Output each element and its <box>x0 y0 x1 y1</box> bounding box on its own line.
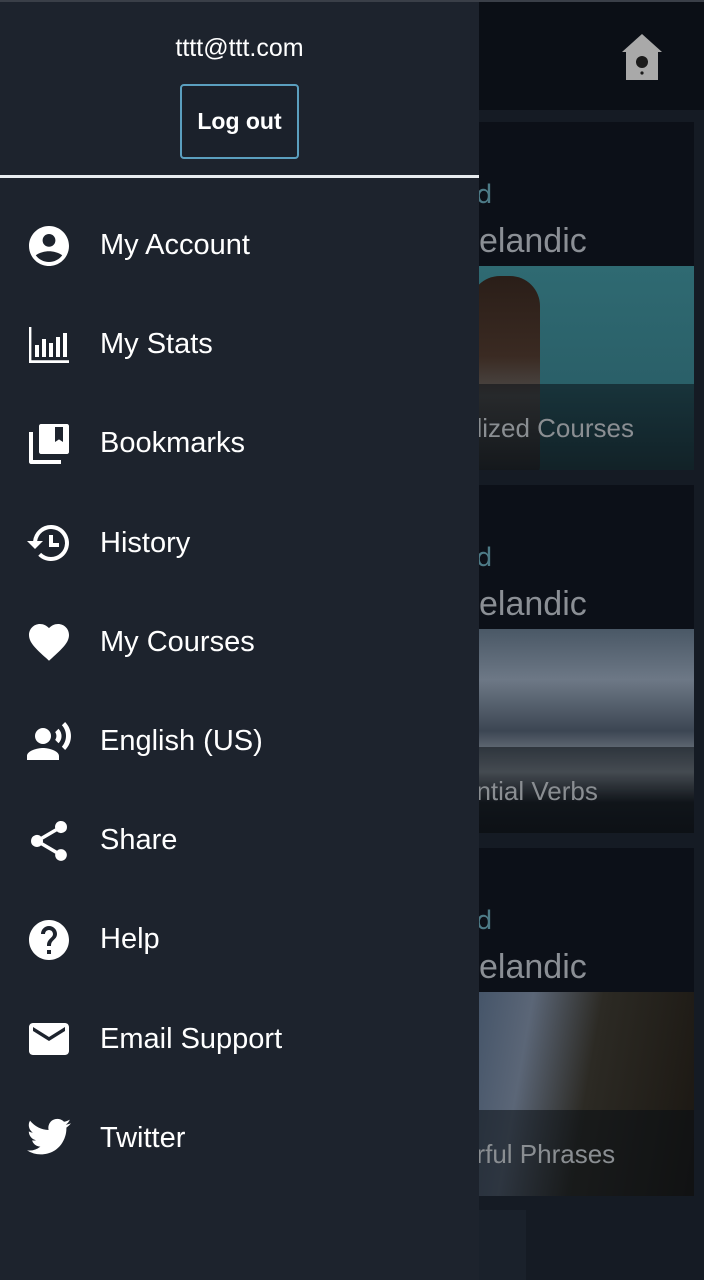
course-title: celandic <box>462 948 587 986</box>
help-circle-icon <box>24 915 74 965</box>
course-subtitle: alized Courses <box>462 413 634 443</box>
menu-item-share[interactable]: Share <box>0 791 479 890</box>
account-circle-icon <box>24 221 74 271</box>
course-card[interactable]: d celandic erful Phrases <box>450 848 694 1196</box>
menu-item-help[interactable]: Help <box>0 890 479 989</box>
home-button[interactable] <box>618 32 666 84</box>
user-email: tttt@ttt.com <box>175 34 304 62</box>
menu-item-label: History <box>100 526 191 559</box>
drawer-menu: My Account My Stats Bookmarks History My <box>0 196 479 1188</box>
navigation-drawer: tttt@ttt.com Log out My Account My Stats… <box>0 0 479 1280</box>
course-subtitle: erful Phrases <box>462 1139 616 1169</box>
menu-item-history[interactable]: History <box>0 494 479 593</box>
logout-button[interactable]: Log out <box>180 84 299 159</box>
menu-item-label: My Account <box>100 229 250 262</box>
course-title: celandic <box>462 222 587 260</box>
menu-item-label: Help <box>100 923 160 956</box>
share-icon <box>24 816 74 866</box>
twitter-icon <box>24 1113 74 1163</box>
drawer-divider <box>0 175 479 178</box>
heart-icon <box>24 617 74 667</box>
menu-item-my-courses[interactable]: My Courses <box>0 593 479 692</box>
menu-item-language[interactable]: English (US) <box>0 692 479 791</box>
course-card[interactable]: d celandic alized Courses <box>450 122 694 470</box>
course-card[interactable]: d celandic ential Verbs <box>450 485 694 833</box>
history-icon <box>24 518 74 568</box>
menu-item-label: Bookmarks <box>100 427 246 460</box>
menu-item-bookmarks[interactable]: Bookmarks <box>0 394 479 493</box>
menu-item-label: Share <box>100 824 178 857</box>
birdhouse-home-icon <box>622 34 662 80</box>
menu-item-label: My Courses <box>100 625 255 658</box>
menu-item-twitter[interactable]: Twitter <box>0 1089 479 1188</box>
bar-chart-icon <box>24 320 74 370</box>
menu-item-label: My Stats <box>100 328 213 361</box>
menu-item-label: Twitter <box>100 1121 186 1154</box>
voice-person-icon <box>24 717 74 767</box>
mail-icon <box>24 1014 74 1064</box>
menu-item-my-account[interactable]: My Account <box>0 196 479 295</box>
menu-item-label: Email Support <box>100 1022 283 1055</box>
course-subtitle: ential Verbs <box>462 776 598 806</box>
menu-item-email-support[interactable]: Email Support <box>0 990 479 1089</box>
menu-item-label: English (US) <box>100 725 263 758</box>
bookmarks-icon <box>24 419 74 469</box>
menu-item-my-stats[interactable]: My Stats <box>0 295 479 394</box>
course-title: celandic <box>462 585 587 623</box>
